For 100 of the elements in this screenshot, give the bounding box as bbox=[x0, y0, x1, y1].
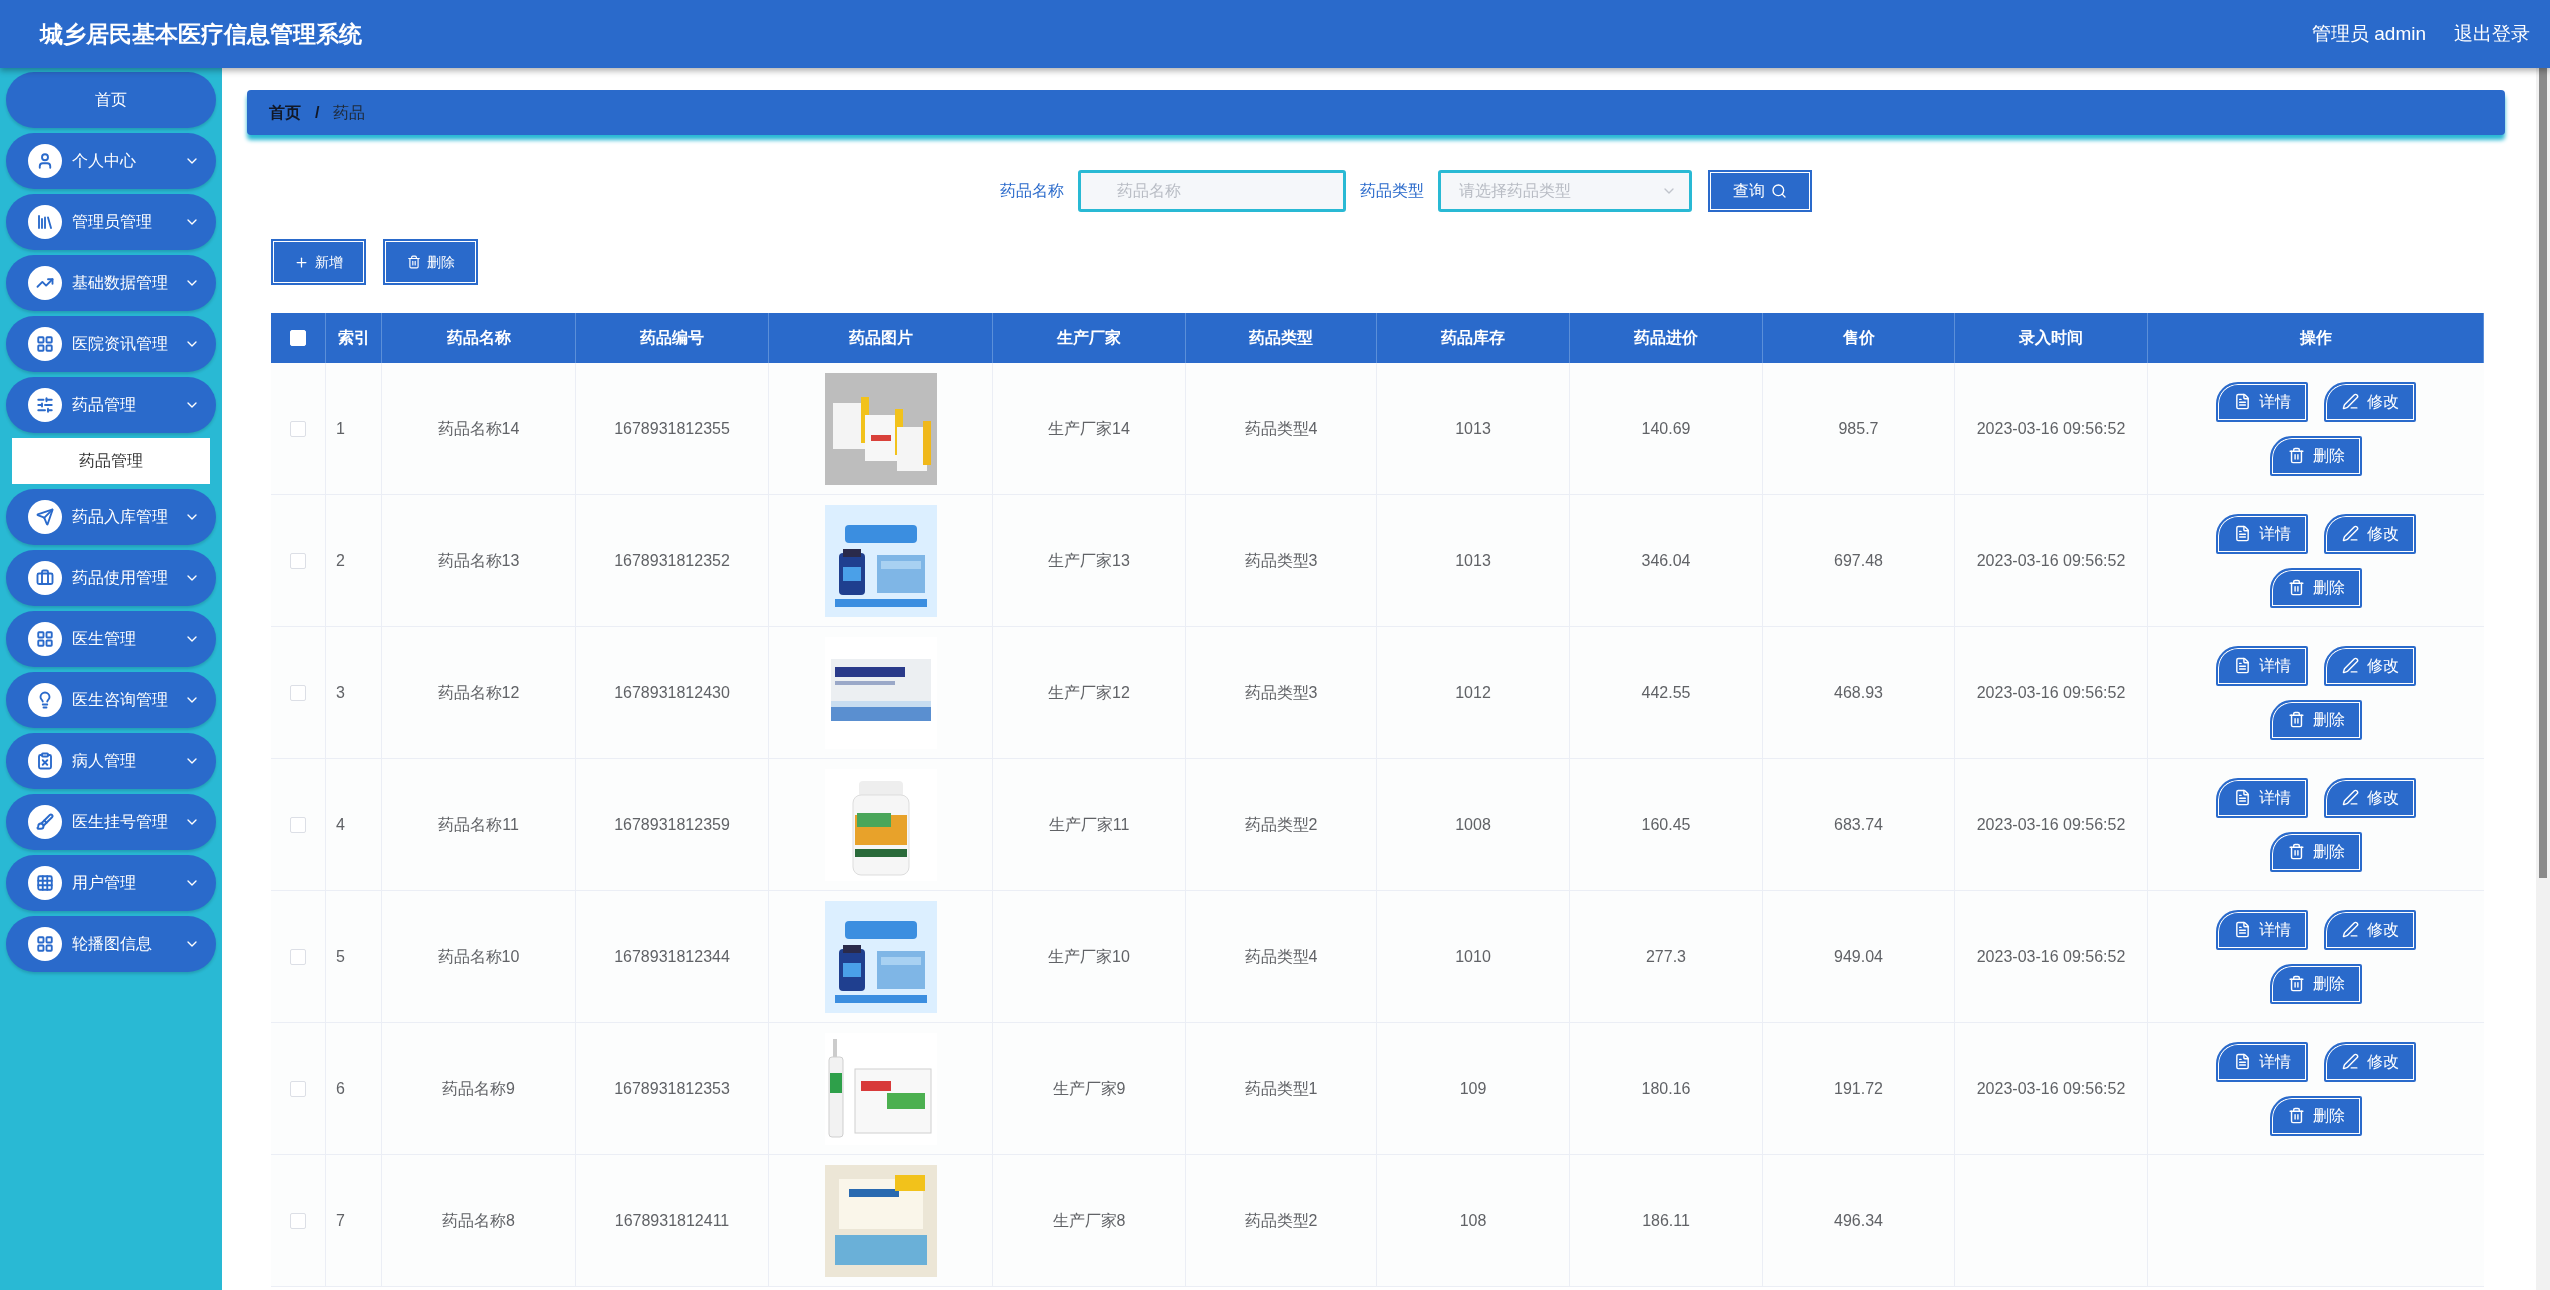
table-cell-text: 1678931812430 bbox=[614, 682, 730, 703]
nav-item[interactable]: 药品管理 bbox=[6, 377, 216, 433]
add-button[interactable]: 新增 bbox=[271, 239, 366, 285]
row-action-button[interactable]: 详情 bbox=[2216, 381, 2308, 422]
search-field[interactable]: 药品名称 bbox=[1078, 170, 1346, 212]
row-action-button[interactable]: 详情 bbox=[2216, 645, 2308, 686]
user-label: 管理员 admin bbox=[2311, 21, 2426, 46]
table-cell-text: 2023-03-16 09:56:52 bbox=[1976, 1078, 2126, 1099]
breadcrumb-current: 药品 bbox=[333, 102, 366, 123]
document-icon bbox=[2233, 393, 2251, 410]
pen-icon bbox=[2341, 1053, 2359, 1070]
search-icon bbox=[1771, 183, 1787, 199]
table-cell-text: 186.11 bbox=[1642, 1210, 1690, 1231]
field-label: 药品名称 bbox=[1000, 181, 1064, 201]
row-action-button[interactable]: 修改 bbox=[2324, 513, 2416, 554]
delete-button[interactable]: 删除 bbox=[383, 239, 478, 285]
row-action-button[interactable]: 修改 bbox=[2324, 909, 2416, 950]
row-action-button[interactable]: 删除 bbox=[2270, 831, 2362, 872]
nav-item[interactable]: 药品使用管理 bbox=[6, 550, 216, 606]
table-cell-text: 683.74 bbox=[1834, 814, 1883, 835]
table-cell-text: 生产厂家14 bbox=[1048, 418, 1130, 439]
nav-icon bbox=[36, 508, 54, 526]
checkbox[interactable] bbox=[290, 948, 306, 965]
table-cell-text: 442.55 bbox=[1641, 682, 1691, 703]
table-cell-text: 496.34 bbox=[1834, 1210, 1883, 1231]
table-cell-text: 药品名称14 bbox=[437, 418, 520, 439]
column-header: 录入时间 bbox=[2019, 328, 2083, 348]
row-action-button[interactable]: 修改 bbox=[2324, 777, 2416, 818]
table-cell-text: 药品名称11 bbox=[438, 814, 519, 835]
table-cell-text: 2023-03-16 09:56:52 bbox=[1976, 418, 2126, 439]
nav-subitem[interactable]: 药品管理 bbox=[12, 438, 210, 484]
row-action-button[interactable]: 修改 bbox=[2324, 381, 2416, 422]
document-icon bbox=[2233, 525, 2251, 542]
document-icon bbox=[2233, 921, 2251, 938]
table-cell-text: 4 bbox=[336, 814, 345, 835]
table-cell-text: 1013 bbox=[1455, 418, 1491, 439]
table-cell-text: 1010 bbox=[1455, 946, 1491, 967]
breadcrumb-link[interactable]: 首页 bbox=[269, 100, 301, 125]
table-cell-text: 7 bbox=[336, 1210, 345, 1231]
row-action-button[interactable]: 删除 bbox=[2270, 1095, 2362, 1136]
nav-item[interactable]: 个人中心 bbox=[6, 133, 216, 189]
row-action-button[interactable]: 删除 bbox=[2270, 699, 2362, 740]
checkbox[interactable] bbox=[290, 684, 306, 701]
table-cell-text: 药品名称12 bbox=[437, 682, 520, 703]
table-cell-text: 生产厂家9 bbox=[1052, 1078, 1126, 1099]
nav-icon bbox=[36, 152, 54, 170]
search-button[interactable]: 查询 bbox=[1708, 170, 1812, 212]
nav-item[interactable]: 管理员管理 bbox=[6, 194, 216, 250]
table-cell-text: 1678931812344 bbox=[614, 946, 730, 967]
nav-item[interactable]: 医院资讯管理 bbox=[6, 316, 216, 372]
row-action-button[interactable]: 详情 bbox=[2216, 1041, 2308, 1082]
row-action-button[interactable]: 修改 bbox=[2324, 1041, 2416, 1082]
table-cell-text: 191.72 bbox=[1834, 1078, 1883, 1099]
table-cell-text: 生产厂家12 bbox=[1048, 682, 1130, 703]
nav-item[interactable]: 轮播图信息 bbox=[6, 916, 216, 972]
trash-icon bbox=[406, 255, 421, 269]
nav-item[interactable]: 病人管理 bbox=[6, 733, 216, 789]
nav-icon bbox=[36, 335, 54, 353]
row-action-button[interactable]: 删除 bbox=[2270, 963, 2362, 1004]
column-header: 生产厂家 bbox=[1057, 328, 1121, 348]
table-cell-text: 药品名称8 bbox=[442, 1210, 515, 1231]
row-action-button[interactable]: 删除 bbox=[2270, 567, 2362, 608]
table-cell-text: 1678931812353 bbox=[614, 1078, 730, 1099]
pen-icon bbox=[2341, 393, 2359, 410]
checkbox[interactable] bbox=[290, 816, 306, 833]
nav-icon bbox=[36, 874, 54, 892]
table-cell-text: 1013 bbox=[1455, 550, 1491, 571]
nav-icon bbox=[36, 396, 54, 414]
table-cell-text: 生产厂家8 bbox=[1052, 1210, 1126, 1231]
row-action-button[interactable]: 详情 bbox=[2216, 777, 2308, 818]
breadcrumb-separator: / bbox=[315, 102, 320, 123]
trash-icon bbox=[2287, 975, 2305, 992]
nav-item[interactable]: 药品入库管理 bbox=[6, 489, 216, 545]
table-cell-text: 180.16 bbox=[1641, 1078, 1691, 1099]
table-cell-text: 药品名称9 bbox=[442, 1078, 515, 1099]
row-action-button[interactable]: 删除 bbox=[2270, 435, 2362, 476]
checkbox[interactable] bbox=[290, 552, 306, 569]
table-cell-text: 药品类型2 bbox=[1244, 1210, 1318, 1231]
nav-icon bbox=[36, 935, 54, 953]
nav-item[interactable]: 医生挂号管理 bbox=[6, 794, 216, 850]
nav-item[interactable]: 基础数据管理 bbox=[6, 255, 216, 311]
logout-link[interactable]: 退出登录 bbox=[2454, 19, 2530, 49]
table-cell-text: 277.3 bbox=[1645, 946, 1686, 967]
checkbox[interactable] bbox=[290, 420, 306, 437]
checkbox[interactable] bbox=[290, 1080, 306, 1097]
pen-icon bbox=[2341, 525, 2359, 542]
nav-item[interactable]: 医生咨询管理 bbox=[6, 672, 216, 728]
nav-item[interactable]: 首页 bbox=[6, 72, 216, 128]
table-cell-text: 2 bbox=[336, 550, 345, 571]
nav-item[interactable]: 医生管理 bbox=[6, 611, 216, 667]
row-action-button[interactable]: 详情 bbox=[2216, 909, 2308, 950]
checkbox[interactable] bbox=[290, 1212, 306, 1229]
nav-item[interactable]: 用户管理 bbox=[6, 855, 216, 911]
row-action-button[interactable]: 修改 bbox=[2324, 645, 2416, 686]
table-cell-text: 药品类型3 bbox=[1244, 682, 1318, 703]
field-label: 药品类型 bbox=[1360, 181, 1424, 201]
nav-icon bbox=[36, 630, 54, 648]
pen-icon bbox=[2341, 789, 2359, 806]
table-cell-text: 1008 bbox=[1455, 814, 1491, 835]
row-action-button[interactable]: 详情 bbox=[2216, 513, 2308, 554]
